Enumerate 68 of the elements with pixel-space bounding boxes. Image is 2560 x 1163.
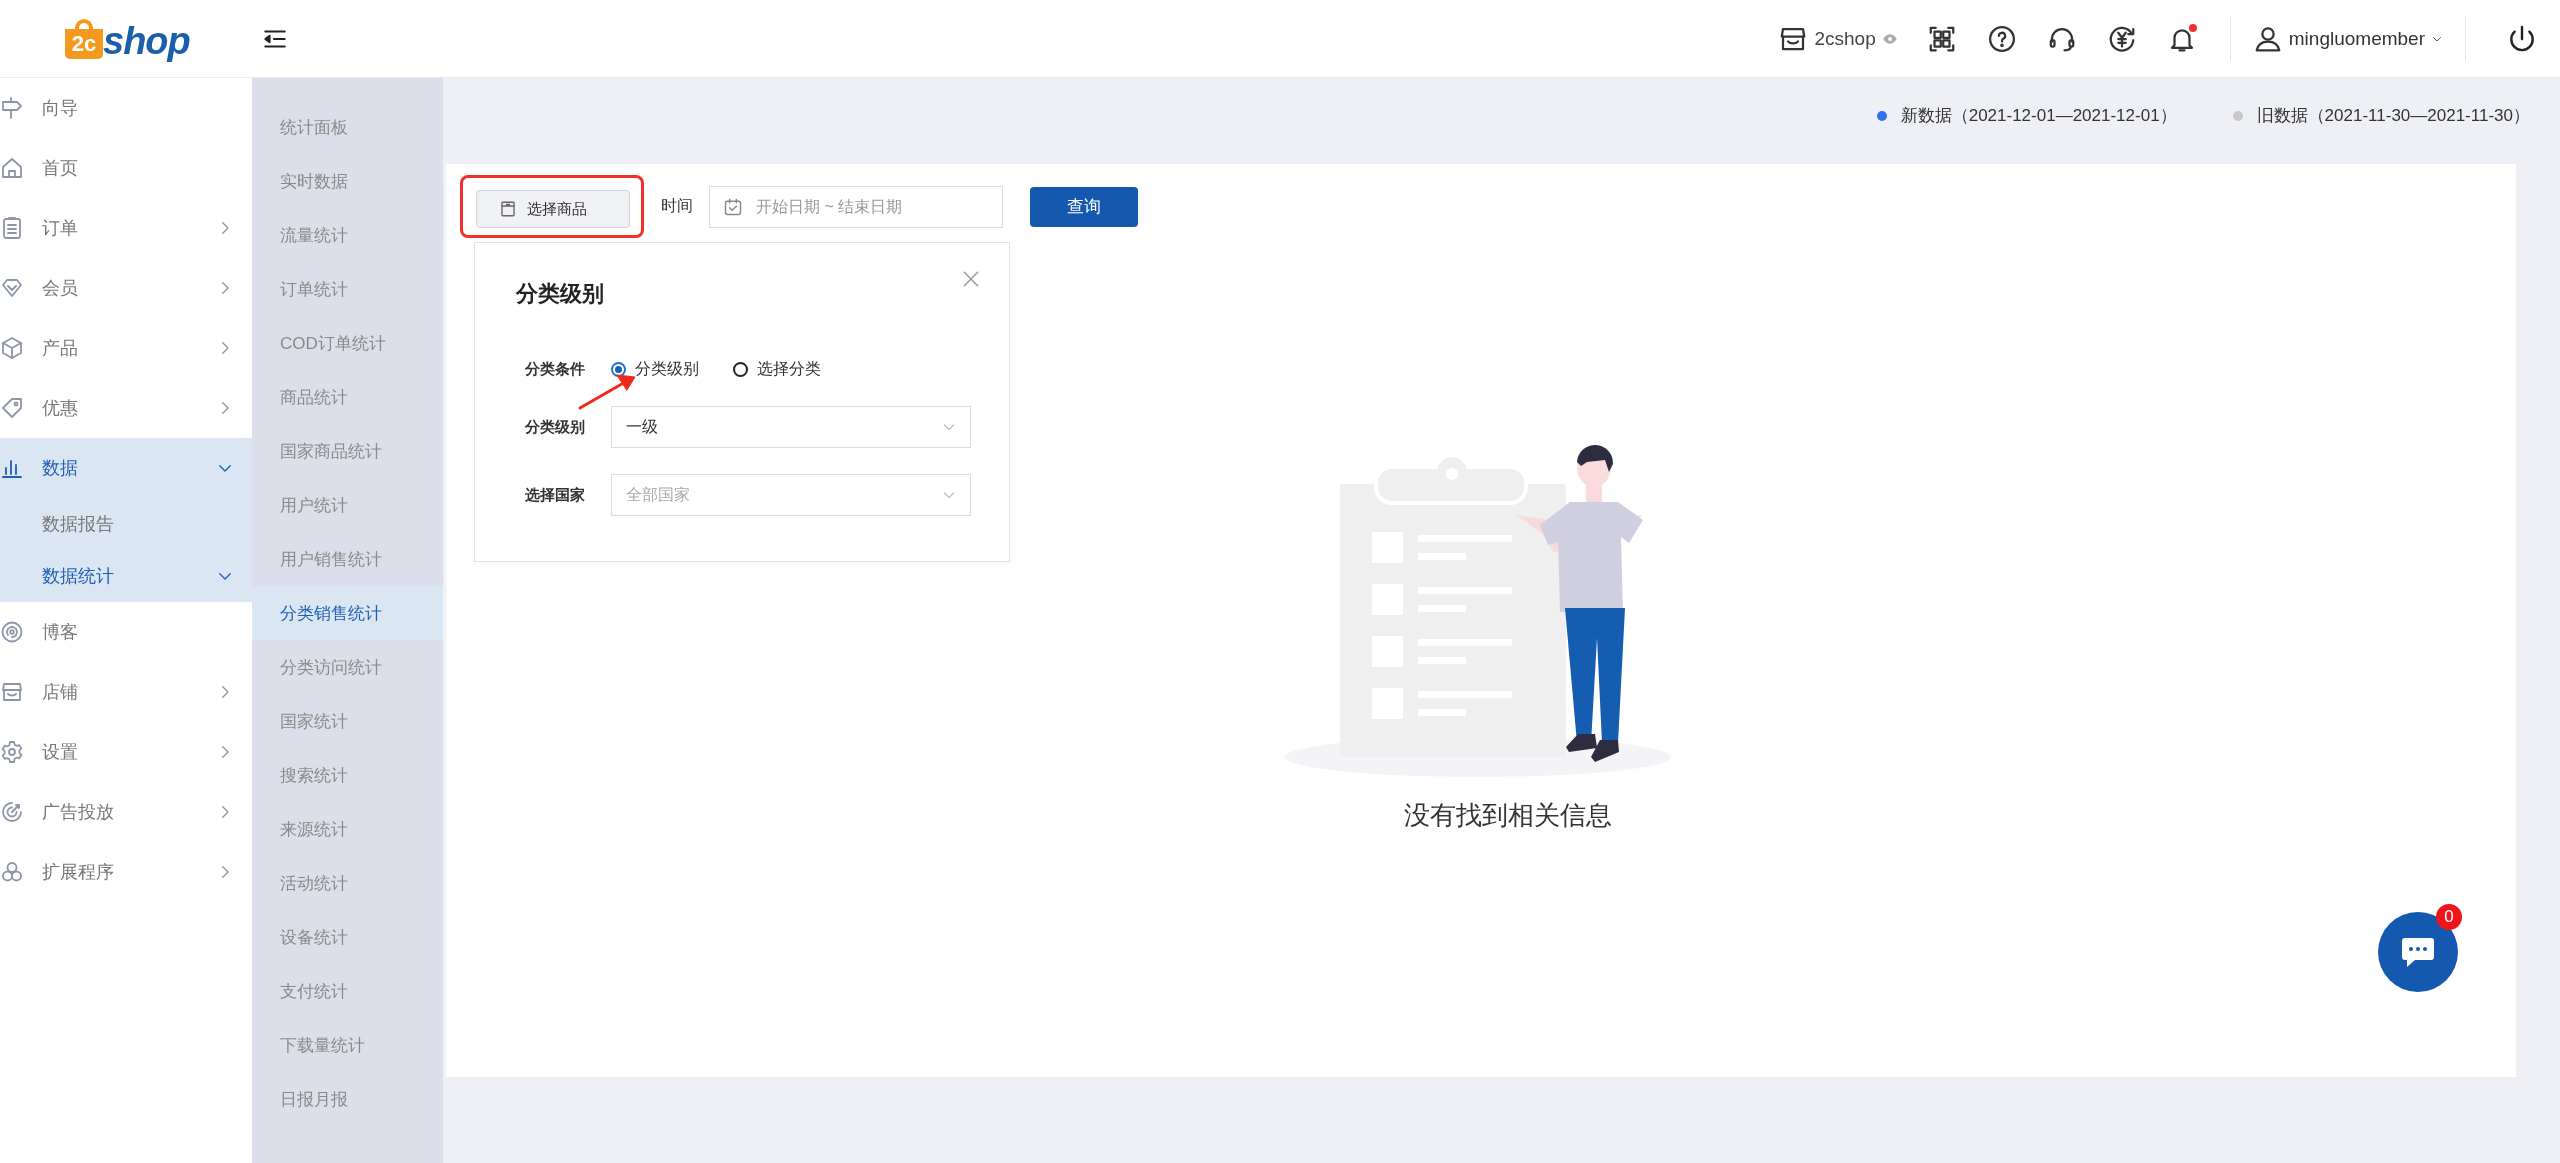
sidebar-item[interactable]: 扩展程序 bbox=[0, 842, 252, 902]
sidebar-item[interactable]: 广告投放 bbox=[0, 782, 252, 842]
calendar-icon bbox=[723, 196, 743, 217]
sidebar-item[interactable]: 首页 bbox=[0, 138, 252, 198]
logo-mark: 2c bbox=[65, 18, 103, 59]
submenu-item[interactable]: 国家统计 bbox=[252, 694, 443, 748]
close-icon[interactable] bbox=[961, 269, 981, 289]
sidebar-item[interactable]: 数据报告 bbox=[0, 498, 252, 550]
select-field[interactable]: 一级 bbox=[611, 406, 971, 448]
submenu-item[interactable]: 国家商品统计 bbox=[252, 424, 443, 478]
user-name[interactable]: mingluomember bbox=[2288, 27, 2425, 50]
sidebar-item[interactable]: 设置 bbox=[0, 722, 252, 782]
menu-icon bbox=[0, 336, 24, 360]
submenu-item[interactable]: COD订单统计 bbox=[252, 316, 443, 370]
menu-icon bbox=[0, 620, 24, 644]
menu-icon bbox=[0, 276, 24, 300]
count-badge: 0 bbox=[2436, 904, 2462, 930]
submenu-item[interactable]: 日报月报 bbox=[252, 1072, 443, 1126]
sidebar-item[interactable]: 向导 bbox=[0, 78, 252, 138]
submenu-item[interactable]: 搜索统计 bbox=[252, 748, 443, 802]
sidebar-item[interactable]: 优惠 bbox=[0, 378, 252, 438]
sidebar-item[interactable]: 数据统计 bbox=[0, 550, 252, 602]
submenu-item[interactable]: 支付统计 bbox=[252, 964, 443, 1018]
radio-option[interactable]: 选择分类 bbox=[733, 359, 821, 380]
submenu-item[interactable]: 设备统计 bbox=[252, 910, 443, 964]
menu-icon bbox=[0, 96, 24, 120]
sidebar-item[interactable]: 产品 bbox=[0, 318, 252, 378]
sidebar-item[interactable]: 数据 bbox=[0, 438, 252, 498]
chat-bubble-icon bbox=[2401, 936, 2435, 968]
submenu-item[interactable]: 实时数据 bbox=[252, 154, 443, 208]
menu-icon bbox=[0, 860, 24, 884]
menu-icon bbox=[0, 396, 24, 420]
legend-label: 旧数据（2021-11-30—2021-11-30） bbox=[2256, 105, 2530, 127]
submenu-item[interactable]: 流量统计 bbox=[252, 208, 443, 262]
submenu-item[interactable]: 用户销售统计 bbox=[252, 532, 443, 586]
field-label: 选择国家 bbox=[525, 485, 586, 505]
submenu-item[interactable]: 分类销售统计 bbox=[252, 586, 443, 640]
menu-icon bbox=[0, 800, 24, 824]
field-label: 分类级别 bbox=[525, 417, 586, 437]
empty-state-message: 没有找到相关信息 bbox=[1404, 799, 1612, 832]
sidebar-item[interactable]: 会员 bbox=[0, 258, 252, 318]
popup-title: 分类级别 bbox=[516, 280, 605, 308]
submenu-item[interactable]: 商品统计 bbox=[252, 370, 443, 424]
submenu-item[interactable]: 活动统计 bbox=[252, 856, 443, 910]
radio-button[interactable] bbox=[733, 362, 748, 377]
sidebar-item[interactable]: 店铺 bbox=[0, 662, 252, 722]
menu-icon bbox=[0, 680, 24, 704]
submenu-item[interactable]: 用户统计 bbox=[252, 478, 443, 532]
menu-icon bbox=[0, 740, 24, 764]
field-label: 分类条件 bbox=[525, 360, 586, 379]
submenu-item[interactable]: 下载量统计 bbox=[252, 1018, 443, 1072]
select-product-button[interactable]: 选择商品 bbox=[476, 190, 630, 228]
query-button[interactable]: 查询 bbox=[1030, 186, 1138, 227]
select-field[interactable]: 全部国家 bbox=[611, 474, 971, 516]
menu-icon bbox=[0, 216, 24, 240]
box-icon bbox=[499, 200, 517, 218]
help-icon[interactable] bbox=[1986, 23, 2017, 54]
store-name[interactable]: 2cshop bbox=[1814, 27, 1876, 50]
menu-icon bbox=[0, 156, 24, 180]
submenu-item[interactable]: 来源统计 bbox=[252, 802, 443, 856]
time-label: 时间 bbox=[661, 196, 693, 216]
sidebar-item[interactable]: 博客 bbox=[0, 602, 252, 662]
submenu-item[interactable]: 订单统计 bbox=[252, 262, 443, 316]
sidebar-item[interactable]: 订单 bbox=[0, 198, 252, 258]
submenu-item[interactable]: 分类访问统计 bbox=[252, 640, 443, 694]
legend-label: 新数据（2021-12-01—2021-12-01） bbox=[1900, 105, 2177, 127]
date-range-field[interactable]: 开始日期 ~ 结束日期 bbox=[709, 185, 1003, 228]
submenu-item[interactable]: 统计面板 bbox=[252, 100, 443, 154]
